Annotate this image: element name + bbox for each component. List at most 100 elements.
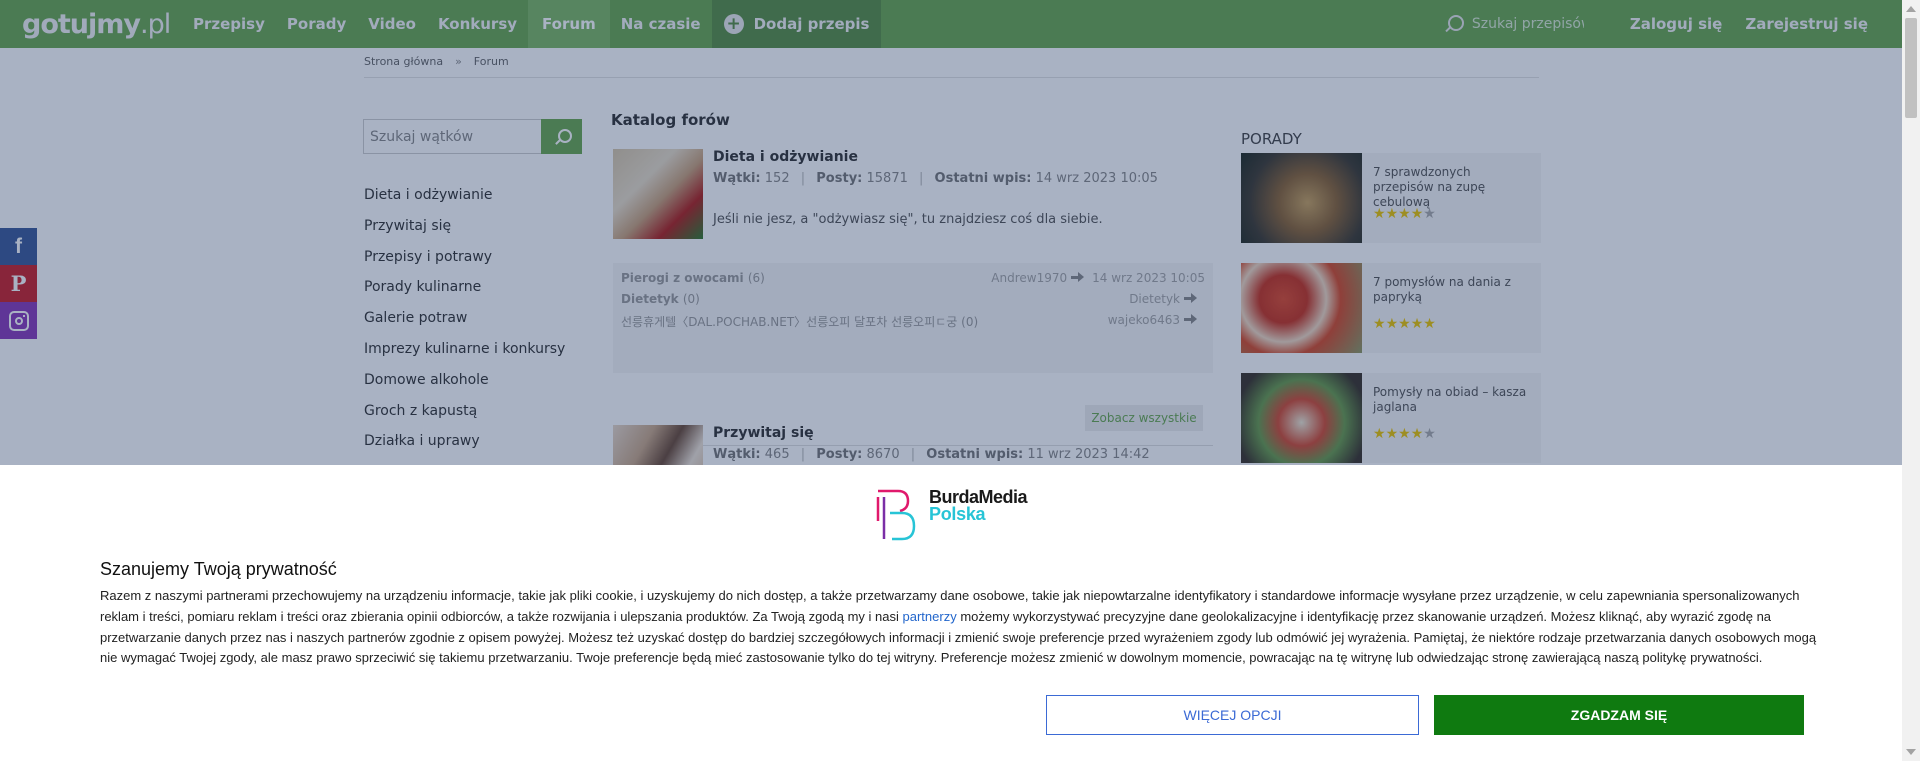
thread-time: 14 wrz 2023 10:05	[1092, 271, 1205, 285]
partners-link[interactable]: partnerzy	[903, 609, 957, 624]
thread-author[interactable]: Andrew1970	[991, 271, 1067, 285]
thread-search-input[interactable]	[363, 119, 541, 154]
tip-card[interactable]: Pomysły na obiad – kasza jaglana ★★★★★	[1241, 373, 1541, 463]
nav-przepisy[interactable]: Przepisy	[182, 0, 276, 48]
login-link[interactable]: Zaloguj się	[1630, 15, 1722, 33]
burda-media-logo: BurdaMedia Polska	[874, 485, 1049, 545]
pinterest-icon[interactable]: P	[0, 265, 37, 302]
tip-title[interactable]: 7 sprawdzonych przepisów na zupę cebulow…	[1373, 165, 1533, 210]
thread-title[interactable]: Dietetyk	[621, 292, 679, 306]
tip-title[interactable]: Pomysły na obiad – kasza jaglana	[1373, 385, 1533, 415]
scroll-down-arrow-icon[interactable]	[1906, 749, 1916, 755]
recent-threads: Pierogi z owocami (6) Andrew1970 14 wrz 2…	[613, 263, 1213, 373]
header-search	[1444, 14, 1604, 34]
more-options-button[interactable]: WIĘCEJ OPCJI	[1046, 695, 1419, 735]
tip-card[interactable]: 7 pomysłów na dania z papryką ★★★★★	[1241, 263, 1541, 353]
star-rating: ★★★★★	[1373, 205, 1436, 222]
nav-na-czasie[interactable]: Na czasie	[610, 0, 712, 48]
category-item[interactable]: Galerie potraw	[364, 303, 565, 334]
thread-author[interactable]: Dietetyk	[1129, 292, 1180, 306]
instagram-button[interactable]	[0, 302, 37, 339]
forum-title[interactable]: Przywitaj się	[713, 425, 814, 441]
agree-button[interactable]: ZGADZAM SIĘ	[1434, 695, 1804, 735]
main-menu: Przepisy Porady Video Konkursy Forum Na …	[182, 0, 882, 48]
breadcrumb: Strona główna » Forum	[364, 55, 509, 68]
forum-category-list: Dieta i odżywianie Przywitaj się Przepis…	[364, 180, 565, 488]
nav-porady[interactable]: Porady	[276, 0, 357, 48]
star-filled-icon: ★	[1410, 315, 1424, 331]
posts-count: 15871	[866, 171, 908, 186]
scroll-up-arrow-icon[interactable]	[1906, 6, 1916, 12]
search-icon[interactable]	[1444, 14, 1464, 34]
star-rating: ★★★★★	[1373, 315, 1436, 332]
posts-count: 8670	[866, 447, 900, 462]
instagram-icon	[8, 310, 29, 331]
posts-label: Posty:	[816, 171, 863, 186]
scroll-thumb[interactable]	[1905, 18, 1917, 118]
star-empty-icon: ★	[1423, 205, 1436, 221]
category-item[interactable]: Domowe alkohole	[364, 365, 565, 396]
forum-title[interactable]: Dieta i odżywianie	[713, 149, 858, 165]
consent-text: Razem z naszymi partnerami przechowujemy…	[100, 586, 1820, 669]
thread-reply-count: (0)	[961, 315, 979, 329]
nav-video[interactable]: Video	[357, 0, 427, 48]
logo-suffix: .pl	[140, 8, 171, 40]
site-logo[interactable]: gotujmy.pl	[22, 9, 182, 40]
thread-title[interactable]: Pierogi z owocami	[621, 271, 744, 285]
facebook-icon[interactable]: f	[0, 228, 37, 265]
nav-forum[interactable]: Forum	[528, 0, 610, 48]
category-item[interactable]: Porady kulinarne	[364, 272, 565, 303]
category-item[interactable]: Przywitaj się	[364, 211, 565, 242]
category-item[interactable]: Groch z kapustą	[364, 396, 565, 427]
register-link[interactable]: Zarejestruj się	[1745, 15, 1868, 33]
reply-arrow-icon	[1071, 272, 1085, 282]
breadcrumb-forum[interactable]: Forum	[474, 55, 509, 68]
thread-row[interactable]: 선릉휴게텔〈DAL.POCHAB.NET〉선릉오피 달포차 선릉오피ㄷ궁 (0)…	[621, 313, 1205, 333]
thread-author[interactable]: wajeko6463	[1108, 313, 1180, 327]
thread-row[interactable]: Pierogi z owocami (6) Andrew1970 14 wrz 2…	[621, 271, 1205, 291]
nav-konkursy[interactable]: Konkursy	[427, 0, 528, 48]
tip-image[interactable]	[1241, 263, 1362, 353]
threads-label: Wątki:	[713, 171, 761, 186]
stat-separator: |	[800, 171, 806, 186]
thread-search	[363, 119, 582, 154]
header-search-input[interactable]	[1471, 16, 1584, 32]
tip-image[interactable]	[1241, 153, 1362, 243]
thread-search-button[interactable]	[541, 119, 582, 154]
stat-separator: |	[910, 447, 916, 462]
category-item[interactable]: Działka i uprawy	[364, 426, 565, 457]
tip-card[interactable]: 7 sprawdzonych przepisów na zupę cebulow…	[1241, 153, 1541, 243]
breadcrumb-separator: »	[455, 55, 462, 68]
thread-title[interactable]: 선릉휴게텔〈DAL.POCHAB.NET〉선릉오피 달포차 선릉오피ㄷ궁	[621, 315, 957, 329]
star-filled-icon: ★	[1410, 205, 1424, 221]
page-scrollbar[interactable]	[1902, 0, 1920, 761]
star-filled-icon: ★	[1410, 425, 1424, 441]
add-recipe-button[interactable]: + Dodaj przepis	[711, 0, 882, 48]
category-item[interactable]: Imprezy kulinarne i konkursy	[364, 334, 565, 365]
breadcrumb-home[interactable]: Strona główna	[364, 55, 443, 68]
star-filled-icon: ★	[1373, 315, 1386, 331]
thread-row[interactable]: Dietetyk (0) Dietetyk	[621, 292, 1205, 312]
stat-separator: |	[800, 447, 806, 462]
category-item[interactable]: Dieta i odżywianie	[364, 180, 565, 211]
tip-image[interactable]	[1241, 373, 1362, 463]
star-empty-icon: ★	[1423, 425, 1436, 441]
forum-stats: Wątki: 152 | Posty: 15871 | Ostatni wpis…	[713, 171, 1158, 186]
tip-title[interactable]: 7 pomysłów na dania z papryką	[1373, 275, 1533, 305]
category-item[interactable]: Przepisy i potrawy	[364, 242, 565, 273]
top-navigation: gotujmy.pl Przepisy Porady Video Konkurs…	[0, 0, 1902, 48]
breadcrumb-divider	[364, 77, 1539, 78]
star-filled-icon: ★	[1385, 315, 1399, 331]
thread-reply-count: (0)	[682, 292, 700, 306]
forum-description: Jeśli nie jesz, a "odżywiasz się", tu zn…	[713, 212, 1103, 227]
social-rail: f P	[0, 228, 37, 339]
forum-thumbnail[interactable]	[613, 149, 703, 239]
star-filled-icon: ★	[1398, 205, 1411, 221]
last-post-time: 11 wrz 2023 14:42	[1027, 447, 1150, 462]
forum-stats: Wątki: 465 | Posty: 8670 | Ostatni wpis:…	[713, 447, 1150, 462]
threads-count: 465	[764, 447, 790, 462]
star-filled-icon: ★	[1373, 425, 1386, 441]
brand-country: Polska	[929, 504, 986, 524]
reply-arrow-icon	[1184, 314, 1197, 324]
nav-right: Zaloguj się Zarejestruj się	[1444, 0, 1902, 48]
